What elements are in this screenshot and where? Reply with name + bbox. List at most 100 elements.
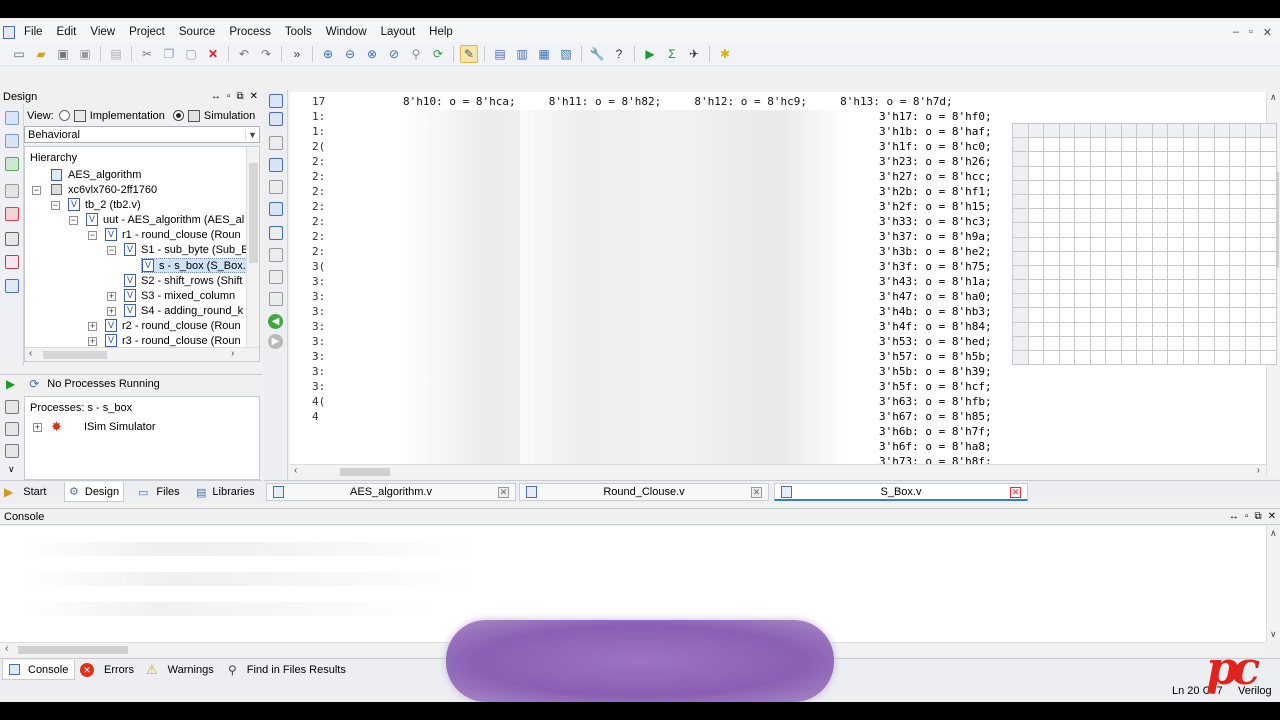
menu-project[interactable]: Project: [122, 26, 172, 38]
tree-item-tb2[interactable]: V tb_2 (tb2.v): [68, 197, 141, 212]
chevron-down-icon[interactable]: ▼: [245, 129, 259, 140]
zoom-in-icon[interactable]: ⊕: [319, 45, 337, 63]
minimize-button[interactable]: –: [1233, 26, 1239, 38]
collapse-device-icon[interactable]: −: [32, 186, 41, 195]
help-icon[interactable]: ?: [610, 45, 628, 63]
collapse-tb2-icon[interactable]: −: [51, 201, 60, 210]
probe-icon[interactable]: ✈: [685, 45, 703, 63]
console-close-icon[interactable]: ✕: [1268, 511, 1276, 522]
editor-tool-7-icon[interactable]: [269, 226, 283, 240]
side-tool-7-icon[interactable]: [5, 255, 19, 269]
open-folder-icon[interactable]: ▰: [32, 45, 50, 63]
tab-start[interactable]: ▶ Start: [4, 482, 46, 502]
tile-vertical-icon[interactable]: ▦: [535, 45, 553, 63]
paste-icon[interactable]: ▢: [182, 45, 200, 63]
editor-tool-10-icon[interactable]: [269, 292, 283, 306]
hierarchy-vscroll[interactable]: [246, 147, 259, 347]
editor-tool-2-icon[interactable]: [269, 112, 283, 126]
scroll-down-icon[interactable]: ∨: [8, 464, 15, 475]
tree-item-s2[interactable]: V S2 - shift_rows (Shift: [124, 273, 242, 288]
undo-icon[interactable]: ↶: [235, 45, 253, 63]
expand-r2-icon[interactable]: +: [88, 322, 97, 331]
process-tool-3-icon[interactable]: [5, 444, 19, 458]
menu-help[interactable]: Help: [422, 26, 460, 38]
tab-round-clouse[interactable]: Round_Clouse.v ✕: [519, 483, 769, 501]
expand-r3-icon[interactable]: +: [88, 337, 97, 346]
tree-item-s4[interactable]: V S4 - adding_round_k: [124, 303, 243, 318]
print-icon[interactable]: ▤: [107, 45, 125, 63]
tree-item-device[interactable]: xc6vlx760-2ff1760: [51, 182, 157, 197]
run-process-icon[interactable]: ▶: [6, 377, 15, 391]
implementation-radio[interactable]: [58, 110, 70, 121]
tab-console[interactable]: Console: [2, 660, 76, 680]
zoom-out-icon[interactable]: ⊖: [341, 45, 359, 63]
tab-aes-algorithm[interactable]: AES_algorithm.v ✕: [266, 483, 516, 501]
float-icon[interactable]: ↔: [211, 91, 221, 102]
side-tool-1-icon[interactable]: [5, 111, 19, 125]
hierarchy-hscroll[interactable]: ‹ ›: [25, 347, 259, 361]
console-float-icon[interactable]: ↔: [1229, 511, 1239, 522]
tile-horizontal-icon[interactable]: ▥: [513, 45, 531, 63]
console-vscroll[interactable]: ∧ ∨: [1266, 526, 1280, 642]
save-all-icon[interactable]: ▣: [76, 45, 94, 63]
tab-files[interactable]: ▭ Files: [138, 482, 180, 502]
expand-s4-icon[interactable]: +: [107, 307, 116, 316]
editor-hscroll[interactable]: ‹ ›: [290, 464, 1266, 478]
menu-view[interactable]: View: [83, 26, 122, 38]
cascade-icon[interactable]: ▤: [491, 45, 509, 63]
tree-item-r3[interactable]: V r3 - round_clouse (Roun: [105, 333, 241, 348]
tree-item-r1[interactable]: V r1 - round_clouse (Roun: [105, 227, 241, 242]
tree-item-project[interactable]: AES_algorithm: [51, 167, 141, 182]
go-back-icon[interactable]: ◀: [268, 314, 283, 329]
console-maximize-icon[interactable]: ⧉: [1254, 511, 1261, 522]
close-tab-icon[interactable]: ✕: [1010, 487, 1021, 498]
tree-item-uut[interactable]: V uut - AES_algorithm (AES_al: [86, 212, 244, 227]
restore-button[interactable]: ▫: [1249, 26, 1253, 38]
more-icon[interactable]: »: [288, 45, 306, 63]
menu-file[interactable]: File: [17, 26, 50, 38]
tab-find-in-files[interactable]: ⚲ Find in Files Results: [228, 660, 346, 680]
menu-window[interactable]: Window: [319, 26, 374, 38]
editor-tool-6-icon[interactable]: [269, 202, 283, 216]
copy-icon[interactable]: ❐: [160, 45, 178, 63]
tree-item-s-box[interactable]: V s - s_box (S_Box.: [141, 258, 249, 273]
process-tool-1-icon[interactable]: [5, 400, 19, 414]
save-icon[interactable]: ▣: [54, 45, 72, 63]
pin-icon[interactable]: ▫: [227, 91, 231, 102]
isim-simulator-item[interactable]: ISim Simulator: [84, 421, 156, 433]
tree-item-r2[interactable]: V r2 - round_clouse (Roun: [105, 318, 241, 333]
expand-s3-icon[interactable]: +: [107, 292, 116, 301]
editor-tool-4-icon[interactable]: [269, 158, 283, 172]
side-tool-4-icon[interactable]: [5, 184, 19, 198]
sigma-icon[interactable]: Σ: [663, 45, 681, 63]
side-tool-5-icon[interactable]: [5, 207, 19, 221]
side-tool-8-icon[interactable]: [5, 279, 19, 293]
collapse-s1-icon[interactable]: −: [107, 246, 116, 255]
side-tool-2-icon[interactable]: [5, 134, 19, 148]
collapse-r1-icon[interactable]: −: [88, 231, 97, 240]
new-file-icon[interactable]: ▭: [10, 45, 28, 63]
cut-icon[interactable]: ✂: [138, 45, 156, 63]
expand-isim-icon[interactable]: +: [33, 423, 42, 432]
refresh-icon[interactable]: ⟳: [429, 45, 447, 63]
editor-tool-5-icon[interactable]: [269, 180, 283, 194]
tab-libraries[interactable]: ▤ Libraries: [196, 482, 255, 502]
console-pin-icon[interactable]: ▫: [1245, 511, 1249, 522]
tab-errors[interactable]: ✕ Errors: [80, 660, 134, 680]
close-window-button[interactable]: ✕: [1263, 26, 1272, 39]
editor-tool-8-icon[interactable]: [269, 248, 283, 262]
collapse-uut-icon[interactable]: −: [69, 216, 78, 225]
process-refresh-icon[interactable]: ⟳: [29, 377, 39, 391]
editor-tool-3-icon[interactable]: [269, 136, 283, 150]
tree-item-s3[interactable]: V S3 - mixed_column: [124, 288, 235, 303]
menu-layout[interactable]: Layout: [374, 26, 423, 38]
run-icon[interactable]: ▶: [641, 45, 659, 63]
menu-edit[interactable]: Edit: [50, 26, 84, 38]
delete-icon[interactable]: ✕: [204, 45, 222, 63]
lightbulb-icon[interactable]: ✱: [716, 45, 734, 63]
zoom-select-icon[interactable]: ⚲: [407, 45, 425, 63]
editor-tool-9-icon[interactable]: [269, 270, 283, 284]
tab-warnings[interactable]: ⚠ Warnings: [146, 660, 214, 680]
tab-s-box[interactable]: S_Box.v ✕: [774, 483, 1028, 501]
menu-tools[interactable]: Tools: [278, 26, 319, 38]
